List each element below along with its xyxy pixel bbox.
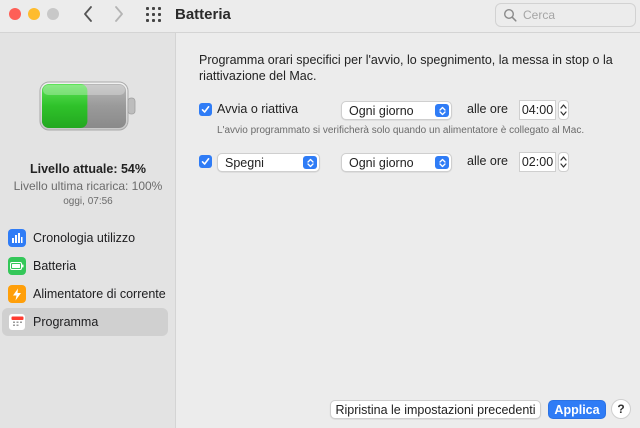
shutdown-action-popup[interactable]: Spegni xyxy=(217,153,320,172)
title-bar: Batteria xyxy=(0,0,640,32)
search-field[interactable] xyxy=(495,3,636,27)
shutdown-time-stepper[interactable] xyxy=(558,152,569,172)
chevron-up-down-icon xyxy=(435,104,449,117)
calendar-icon xyxy=(8,313,26,331)
startup-frequency-popup[interactable]: Ogni giorno xyxy=(341,101,452,120)
checkmark-icon xyxy=(201,106,210,113)
chevron-up-down-icon xyxy=(560,156,567,168)
last-charge-time: oggi, 07:56 xyxy=(63,196,113,207)
sidebar-item-usage-history[interactable]: Cronologia utilizzo xyxy=(2,224,168,252)
checkmark-icon xyxy=(201,158,210,165)
sidebar: Livello attuale: 54% Livello ultima rica… xyxy=(0,33,176,428)
sidebar-item-power-adapter[interactable]: Alimentatore di corrente xyxy=(2,280,168,308)
chevron-up-down-icon xyxy=(303,156,317,169)
schedule-description: Programma orari specifici per l'avvio, l… xyxy=(199,53,613,83)
forward-button[interactable] xyxy=(109,4,129,24)
sidebar-item-label: Programma xyxy=(33,315,99,329)
sidebar-item-label: Alimentatore di corrente xyxy=(33,287,166,301)
window-title: Batteria xyxy=(175,6,231,23)
sleep-shutdown-checkbox[interactable] xyxy=(199,155,212,168)
sidebar-item-schedule[interactable]: Programma xyxy=(2,308,168,336)
shutdown-at-label: alle ore xyxy=(467,154,508,168)
search-icon xyxy=(503,8,517,22)
battery-icon xyxy=(8,257,26,275)
startup-wake-label: Avvia o riattiva xyxy=(217,102,299,116)
chevron-up-down-icon xyxy=(435,156,449,169)
apply-button[interactable]: Applica xyxy=(548,400,606,419)
current-level-label: Livello attuale: 54% xyxy=(29,162,146,176)
minimize-window-button[interactable] xyxy=(28,8,40,20)
chevron-left-icon xyxy=(84,6,92,22)
back-button[interactable] xyxy=(78,4,98,24)
shutdown-time-field[interactable]: 02:00 xyxy=(519,152,556,172)
chevron-right-icon xyxy=(115,6,123,22)
startup-time-field[interactable]: 04:00 xyxy=(519,100,556,120)
sidebar-item-label: Batteria xyxy=(33,259,77,273)
lightning-icon xyxy=(8,285,26,303)
battery-level-icon xyxy=(39,81,136,131)
help-button[interactable]: ? xyxy=(611,399,631,419)
bar-chart-icon xyxy=(8,229,26,247)
shutdown-frequency-popup[interactable]: Ogni giorno xyxy=(341,153,452,172)
zoom-window-button[interactable] xyxy=(47,8,59,20)
schedule-panel: Programma orari specifici per l'avvio, l… xyxy=(177,33,640,428)
startup-at-label: alle ore xyxy=(467,102,508,116)
show-all-grid-icon[interactable] xyxy=(146,7,161,22)
restore-defaults-button[interactable]: Ripristina le impostazioni precedenti xyxy=(330,400,541,419)
search-input[interactable] xyxy=(523,8,633,22)
shutdown-action-value: Spegni xyxy=(225,155,264,170)
last-charge-label: Livello ultima ricarica: 100% xyxy=(13,179,163,193)
shutdown-frequency-value: Ogni giorno xyxy=(349,155,414,170)
startup-time-stepper[interactable] xyxy=(558,100,569,120)
sidebar-item-label: Cronologia utilizzo xyxy=(33,231,136,245)
startup-note: L'avvio programmato si verificherà solo … xyxy=(217,125,585,136)
sidebar-nav: Cronologia utilizzo Batteria Alimentator… xyxy=(2,224,168,336)
sidebar-item-battery[interactable]: Batteria xyxy=(2,252,168,280)
close-window-button[interactable] xyxy=(9,8,21,20)
startup-wake-checkbox[interactable] xyxy=(199,103,212,116)
startup-frequency-value: Ogni giorno xyxy=(349,103,414,118)
chevron-up-down-icon xyxy=(560,104,567,116)
